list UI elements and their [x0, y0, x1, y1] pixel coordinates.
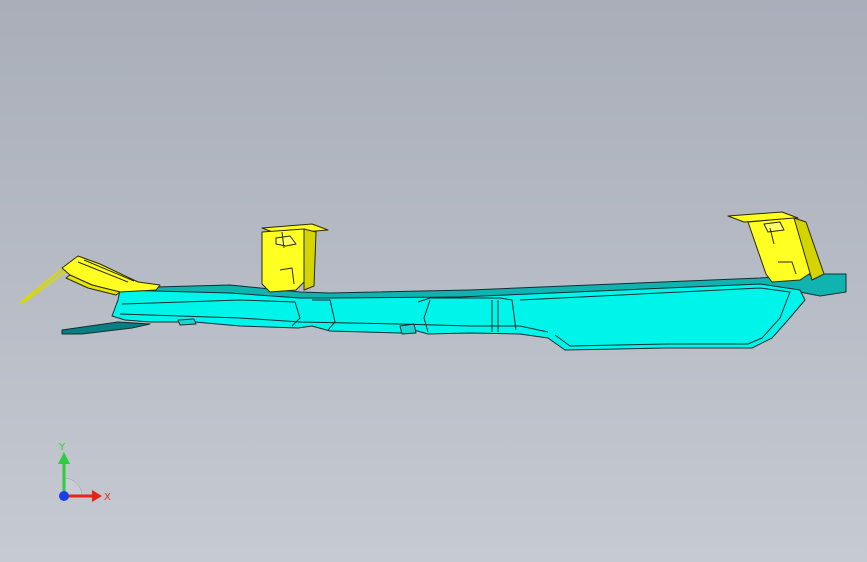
middle-bracket-side: [303, 228, 317, 291]
y-axis-arrow: [58, 452, 70, 464]
sheet-metal-part[interactable]: [61, 273, 847, 351]
right-bracket[interactable]: [727, 211, 825, 283]
middle-bracket[interactable]: [261, 223, 329, 293]
right-bracket-hole: [763, 221, 785, 233]
part-left-tail: [61, 321, 151, 335]
left-clip-body: [61, 255, 161, 293]
x-axis-label: X: [104, 492, 111, 503]
part-pocket-1: [177, 318, 197, 326]
left-clip-wire: [19, 263, 71, 304]
x-axis-arrow: [92, 490, 102, 502]
y-axis-label: Y: [58, 442, 66, 453]
z-axis-dot: [59, 491, 69, 501]
coordinate-triad: Y X: [58, 442, 111, 503]
model-viewport[interactable]: [0, 0, 867, 562]
part-pocket-2: [399, 323, 417, 335]
